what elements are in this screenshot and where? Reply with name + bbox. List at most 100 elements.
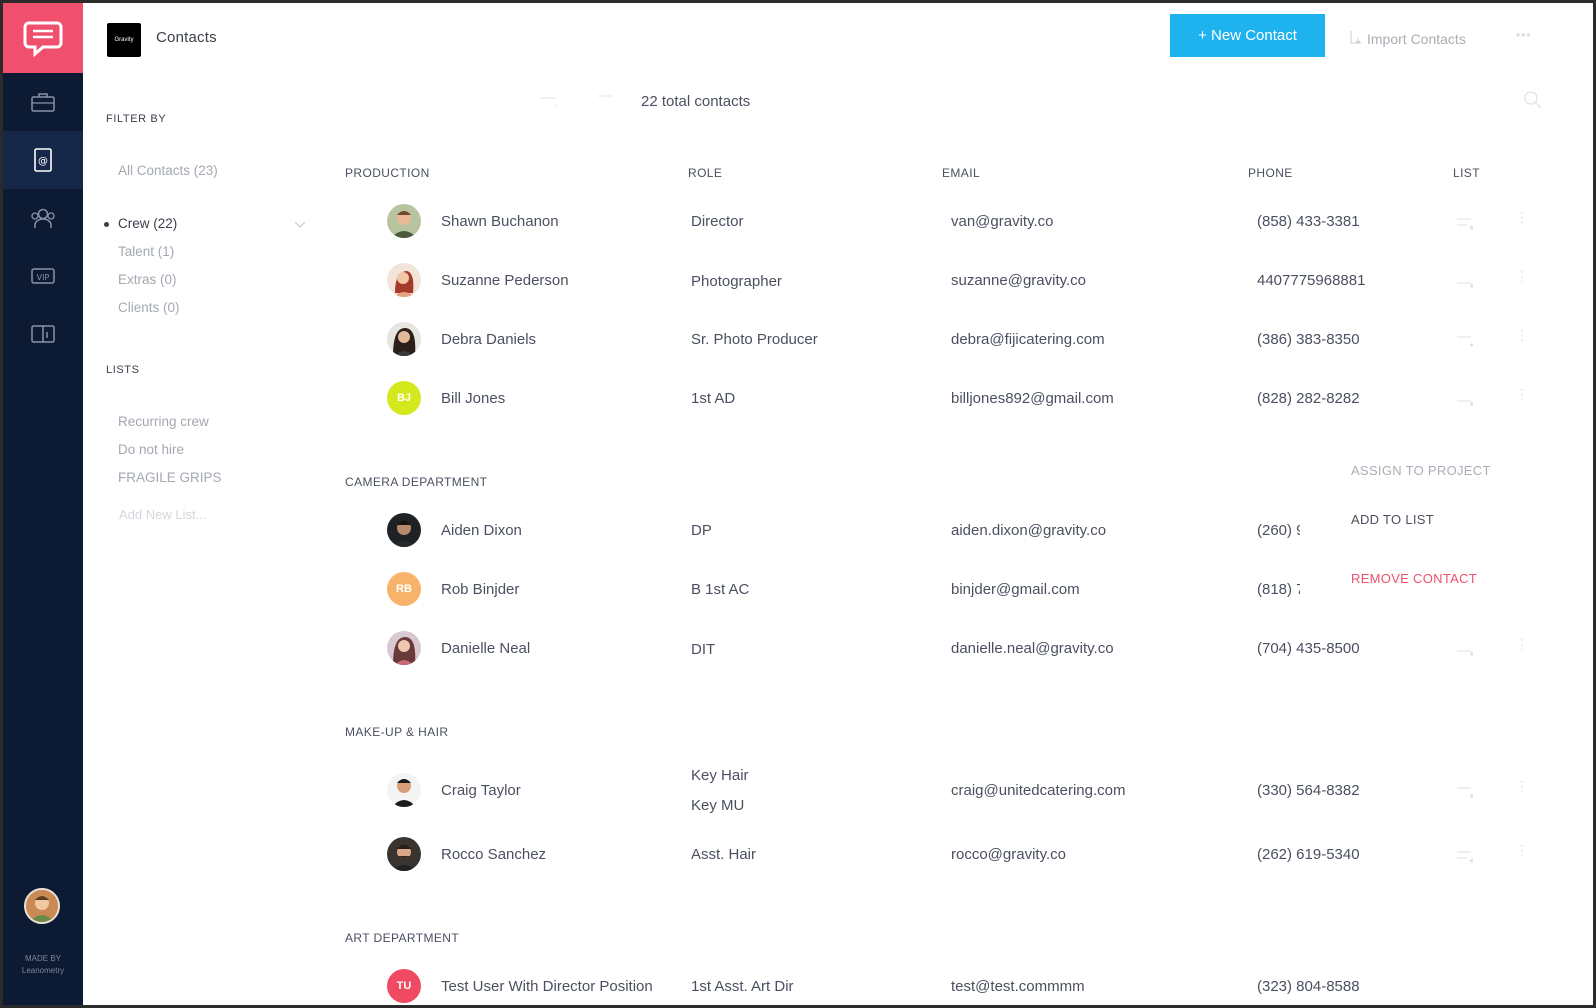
new-contact-button[interactable]: + New Contact (1170, 14, 1325, 57)
remove-contact-menu-item[interactable]: REMOVE CONTACT (1351, 571, 1477, 586)
contact-email[interactable]: van@gravity.co (951, 213, 1054, 230)
row-context-menu: ASSIGN TO PROJECT ADD TO LIST REMOVE CON… (1300, 443, 1500, 613)
filter-all-contacts[interactable]: All Contacts (23) (118, 163, 218, 178)
list-fragile-grips[interactable]: FRAGILE GRIPS (118, 470, 222, 485)
table-row[interactable]: Suzanne Pederson Photographer suzanne@gr… (345, 255, 1545, 305)
table-row[interactable]: Craig Taylor Key Hair Key MU craig@unite… (345, 763, 1545, 823)
contact-email[interactable]: craig@unitedcatering.com (951, 782, 1125, 799)
svg-text:+: + (1469, 792, 1473, 799)
list-recurring-crew[interactable]: Recurring crew (118, 414, 209, 429)
contact-email[interactable]: danielle.neal@gravity.co (951, 640, 1114, 657)
add-new-list-input[interactable]: Add New List... (119, 507, 206, 522)
contact-email[interactable]: test@test.commmm (951, 978, 1085, 995)
add-to-list-icon[interactable]: + (1457, 645, 1475, 664)
column-role[interactable]: ROLE (688, 166, 722, 180)
contact-role: Key Hair (691, 767, 749, 784)
column-email[interactable]: EMAIL (942, 166, 980, 180)
contact-phone: (386) 383-8350 (1257, 331, 1360, 348)
contact-phone: (858) 433-3381 (1257, 213, 1360, 230)
filter-crew[interactable]: Crew (22) (118, 216, 177, 231)
table-row[interactable]: BJ Bill Jones 1st AD billjones892@gmail.… (345, 373, 1545, 423)
search-icon[interactable] (1523, 90, 1543, 115)
contact-phone: (704) 435-8500 (1257, 640, 1360, 657)
contact-name[interactable]: Test User With Director Position (441, 978, 653, 995)
contact-role: DIT (691, 641, 716, 658)
contact-email[interactable]: binjder@gmail.com (951, 581, 1080, 598)
add-to-list-icon[interactable]: + (1457, 334, 1475, 353)
chevron-down-icon[interactable] (294, 216, 306, 234)
contact-name[interactable]: Debra Daniels (441, 331, 536, 348)
import-icon (1349, 29, 1363, 48)
row-menu-icon[interactable]: ⋮ (1515, 269, 1529, 283)
contact-role: 1st AD (691, 390, 736, 407)
section-makeup-hair-heading: MAKE-UP & HAIR (345, 725, 449, 739)
add-to-list-icon[interactable]: + (1457, 785, 1475, 804)
add-to-list-icon[interactable]: + (1457, 216, 1475, 235)
avatar (387, 322, 421, 356)
contact-email[interactable]: rocco@gravity.co (951, 846, 1066, 863)
svg-text:+: + (1469, 400, 1473, 408)
briefcase-icon[interactable] (3, 73, 83, 131)
contact-role: Asst. Hair (691, 846, 757, 863)
chat-logo-icon[interactable] (3, 3, 83, 73)
svg-text:+: + (1469, 282, 1473, 290)
filter-extras[interactable]: Extras (0) (118, 272, 177, 287)
sort-icon[interactable] (541, 95, 561, 112)
row-menu-icon[interactable]: ⋮ (1515, 387, 1529, 401)
vip-icon[interactable]: VIP (3, 247, 83, 305)
contact-name[interactable]: Aiden Dixon (441, 522, 522, 539)
filter-talent[interactable]: Talent (1) (118, 244, 174, 259)
contact-name[interactable]: Bill Jones (441, 390, 505, 407)
contact-name[interactable]: Rocco Sanchez (441, 846, 546, 863)
contact-role: DP (691, 522, 712, 539)
contacts-book-icon[interactable]: @ (3, 131, 83, 189)
filter-heading: FILTER BY (106, 113, 167, 125)
add-to-list-menu-item[interactable]: ADD TO LIST (1351, 512, 1434, 527)
import-contacts-button[interactable]: Import Contacts (1349, 29, 1466, 48)
table-row[interactable]: Shawn Buchanon Director van@gravity.co (… (345, 196, 1545, 246)
table-row[interactable]: TU Test User With Director Position 1st … (345, 961, 1545, 1005)
add-to-list-icon[interactable]: + (1457, 277, 1475, 296)
book-icon[interactable] (3, 305, 83, 363)
assign-to-project-menu-item[interactable]: ASSIGN TO PROJECT (1351, 463, 1491, 478)
contact-name[interactable]: Suzanne Pederson (441, 272, 569, 289)
brand-logo[interactable]: Gravity (107, 23, 141, 57)
avatar (387, 631, 421, 665)
svg-text:VIP: VIP (37, 273, 50, 282)
active-filter-dot (104, 222, 109, 227)
group-icon[interactable] (3, 189, 83, 247)
row-menu-icon[interactable]: ⋮ (1515, 210, 1529, 224)
table-row[interactable]: Danielle Neal DIT danielle.neal@gravity.… (345, 623, 1545, 673)
contact-role: Director (691, 213, 744, 230)
user-avatar[interactable] (24, 888, 60, 924)
contact-email[interactable]: debra@fijicatering.com (951, 331, 1105, 348)
add-to-list-icon[interactable]: + (1457, 395, 1475, 414)
avatar (387, 204, 421, 238)
page-title: Contacts (156, 29, 217, 46)
lists-heading: LISTS (106, 364, 140, 376)
table-row[interactable]: Rocco Sanchez Asst. Hair rocco@gravity.c… (345, 829, 1545, 879)
list-do-not-hire[interactable]: Do not hire (118, 442, 184, 457)
row-menu-icon[interactable]: ⋮ (1515, 779, 1529, 793)
contact-role: B 1st AC (691, 581, 750, 598)
filter-clients[interactable]: Clients (0) (118, 300, 180, 315)
column-phone[interactable]: PHONE (1248, 166, 1293, 180)
table-row[interactable]: Debra Daniels Sr. Photo Producer debra@f… (345, 314, 1545, 364)
section-art-heading: ART DEPARTMENT (345, 931, 460, 945)
contact-phone: (260) 9 (1257, 522, 1305, 539)
contact-email[interactable]: billjones892@gmail.com (951, 390, 1114, 407)
row-menu-icon[interactable]: ⋮ (1515, 328, 1529, 342)
more-options-icon[interactable]: ••• (1516, 28, 1532, 42)
contact-name[interactable]: Rob Binjder (441, 581, 519, 598)
contact-email[interactable]: suzanne@gravity.co (951, 272, 1086, 289)
row-menu-icon[interactable]: ⋮ (1515, 843, 1529, 857)
view-toggle-icon[interactable] (598, 91, 614, 102)
contact-name[interactable]: Craig Taylor (441, 782, 521, 799)
contact-name[interactable]: Shawn Buchanon (441, 213, 559, 230)
row-menu-icon[interactable]: ⋮ (1515, 637, 1529, 651)
contact-role: Photographer (691, 273, 782, 290)
add-to-list-icon[interactable]: + (1457, 849, 1475, 868)
contact-name[interactable]: Danielle Neal (441, 640, 530, 657)
contact-email[interactable]: aiden.dixon@gravity.co (951, 522, 1106, 539)
column-list[interactable]: LIST (1453, 166, 1480, 180)
